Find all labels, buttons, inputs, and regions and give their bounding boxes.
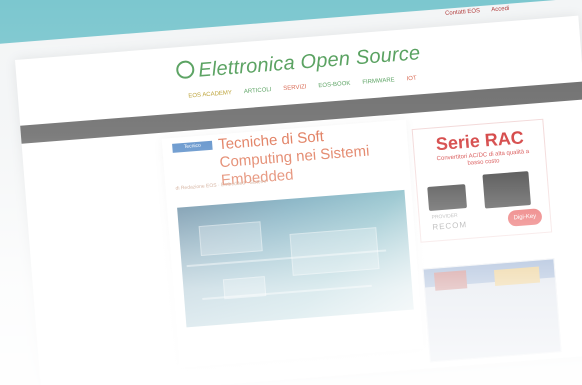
ad-badge: Digi-Key (507, 208, 543, 227)
second-advertisement[interactable] (422, 258, 562, 363)
website-page: Elettronica Open Source EOS ACADEMY ARTI… (15, 15, 582, 385)
nav-item-1[interactable]: EOS ACADEMY (188, 90, 232, 99)
ad-small-text: PROVIDER (431, 212, 458, 221)
contact-link[interactable]: Contatti EOS (445, 8, 480, 17)
logo-icon (175, 59, 195, 80)
article-category-badge: Tecnico (172, 140, 213, 153)
second-ad-graphic (433, 270, 468, 291)
nav-item-2[interactable]: ARTICOLI (244, 87, 272, 95)
screenshot-scene: Contatti EOS Accedi Elettronica Open Sou… (0, 0, 582, 385)
rac-advertisement[interactable]: Serie RAC Convertitori AC/DC di alta qua… (411, 118, 553, 243)
power-module-image (482, 171, 531, 209)
nav-item-3[interactable]: SERVIZI (283, 84, 307, 92)
second-ad-graphic (493, 266, 541, 287)
article-image[interactable] (177, 189, 414, 328)
nav-item-6[interactable]: IOT (406, 76, 416, 83)
nav-item-4[interactable]: EOS-BOOK (318, 81, 350, 89)
article-card[interactable]: Tecnico Tecniche di Soft Computing nei S… (161, 119, 424, 369)
access-link[interactable]: Accedi (491, 6, 509, 13)
ad-brand: RECOM (432, 220, 468, 232)
nav-item-5[interactable]: FIRMWARE (362, 77, 395, 86)
circuit-chip-graphic (198, 221, 263, 257)
power-module-image (427, 184, 468, 211)
